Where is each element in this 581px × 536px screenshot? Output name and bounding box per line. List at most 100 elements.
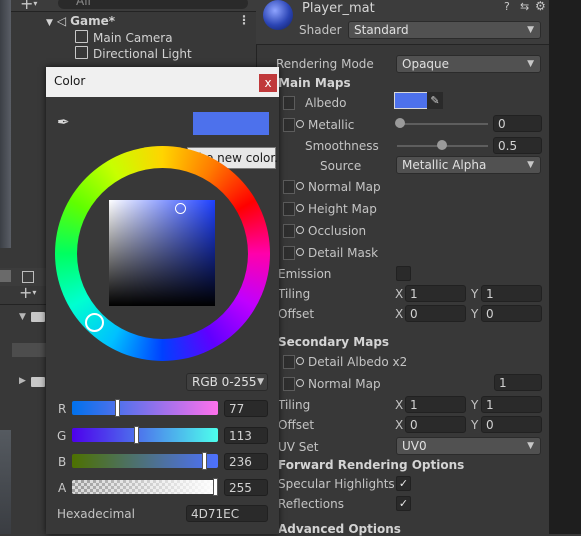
- hierarchy-search-placeholder: All: [76, 0, 91, 8]
- channel-b-value[interactable]: 236: [224, 453, 268, 470]
- y-label: Y: [471, 418, 479, 432]
- kebab-menu-icon[interactable]: ⋮: [238, 13, 250, 27]
- smoothness-slider-handle[interactable]: [437, 140, 447, 150]
- specular-highlights-label: Specular Highlights: [278, 477, 395, 491]
- channel-b-label: B: [58, 455, 67, 469]
- color-mode-dropdown[interactable]: RGB 0-255 ▼: [186, 373, 268, 391]
- collapse-arrow-icon[interactable]: ▶: [19, 376, 26, 386]
- console-tab-icon[interactable]: [0, 270, 11, 282]
- hue-handle[interactable]: [85, 313, 104, 332]
- metallic-slider-handle[interactable]: [395, 118, 405, 128]
- eyedropper-icon[interactable]: ✒: [57, 113, 75, 131]
- scrollbar-gutter[interactable]: [549, 0, 581, 534]
- emission-checkbox[interactable]: [396, 266, 411, 281]
- hierarchy-item-directional-light[interactable]: Directional Light: [75, 46, 192, 63]
- emission-label: Emission: [278, 267, 332, 281]
- main-offset-y-field[interactable]: 0: [481, 305, 542, 322]
- main-tiling-x-field[interactable]: 1: [405, 285, 466, 302]
- reflections-checkbox[interactable]: ✓: [396, 496, 411, 511]
- main-tiling-label: Tiling: [278, 287, 311, 301]
- detail-mask-label-text: Detail Mask: [308, 246, 379, 260]
- main-tiling-y-field[interactable]: 1: [481, 285, 542, 302]
- uv-set-label: UV Set: [278, 440, 319, 454]
- channel-a-value[interactable]: 255: [224, 479, 268, 496]
- settings-icon[interactable]: ⚙: [535, 0, 546, 13]
- metallic-slider-track[interactable]: [397, 123, 488, 125]
- height-map-label-text: Height Map: [308, 202, 377, 216]
- smoothness-value-field[interactable]: 0.5: [493, 137, 542, 154]
- occlusion-slot[interactable]: [283, 224, 295, 238]
- uv-set-dropdown[interactable]: UV0 ▼: [396, 437, 541, 455]
- source-dropdown[interactable]: Metallic Alpha ▼: [396, 156, 541, 174]
- secondary-normal-slot[interactable]: [283, 377, 295, 391]
- sec-tiling-y-field[interactable]: 1: [481, 396, 542, 413]
- channel-g-slider[interactable]: [72, 426, 218, 444]
- scene-view-strip-bottom: [0, 430, 11, 534]
- secondary-normal-scale-field[interactable]: 1: [494, 374, 542, 391]
- shader-label: Shader: [299, 23, 342, 37]
- y-label: Y: [471, 398, 479, 412]
- channel-b-slider[interactable]: [72, 452, 218, 470]
- secondary-normal-label: Normal Map: [296, 377, 381, 391]
- secondary-maps-header: Secondary Maps: [278, 335, 390, 349]
- channel-r-value[interactable]: 77: [224, 400, 268, 417]
- channel-r-slider[interactable]: [72, 399, 218, 417]
- channel-r-label: R: [58, 402, 67, 416]
- occlusion-label-text: Occlusion: [308, 224, 367, 238]
- rendering-mode-dropdown[interactable]: Opaque ▼: [396, 55, 541, 73]
- channel-a-handle[interactable]: [213, 478, 218, 496]
- channel-r-handle[interactable]: [115, 399, 120, 417]
- x-label: X: [395, 398, 404, 412]
- scene-row[interactable]: ▼ ◁ Game*: [46, 13, 115, 30]
- sec-offset-x-field[interactable]: 0: [405, 416, 466, 433]
- selected-folder-row[interactable]: [12, 343, 46, 357]
- expand-arrow-icon[interactable]: ▼: [19, 312, 26, 322]
- detail-mask-slot[interactable]: [283, 246, 295, 260]
- hierarchy-item-main-camera[interactable]: Main Camera: [75, 30, 173, 47]
- albedo-texture-slot[interactable]: [283, 96, 295, 110]
- hierarchy-search-input[interactable]: All: [58, 0, 248, 9]
- height-map-label: Height Map: [296, 202, 377, 216]
- x-label: X: [395, 418, 404, 432]
- help-icon[interactable]: ?: [504, 0, 510, 13]
- color-window-title: Color: [54, 74, 86, 88]
- saturation-value-square[interactable]: [109, 200, 215, 306]
- sv-handle[interactable]: [175, 203, 186, 214]
- albedo-color-swatch[interactable]: [394, 92, 428, 109]
- folder-icon: [31, 312, 45, 322]
- channel-a-slider[interactable]: [72, 478, 218, 496]
- x-label: X: [395, 287, 404, 301]
- gameobject-cube-icon: [75, 30, 88, 43]
- close-button[interactable]: x: [259, 74, 277, 92]
- metallic-texture-slot[interactable]: [283, 118, 295, 132]
- expand-arrow-icon[interactable]: ▼: [46, 18, 53, 28]
- detail-mask-label: Detail Mask: [296, 246, 378, 260]
- smoothness-label: Smoothness: [305, 139, 379, 153]
- object-picker-icon: [296, 120, 304, 128]
- folder-tab-icon: [22, 271, 34, 283]
- source-label: Source: [320, 159, 362, 173]
- preset-icon[interactable]: ⇆: [520, 0, 529, 13]
- project-add-button[interactable]: +▾: [19, 283, 36, 302]
- object-picker-icon: [296, 204, 304, 212]
- hexadecimal-field[interactable]: 4D71EC: [186, 505, 268, 522]
- shader-dropdown[interactable]: Standard ▼: [348, 21, 541, 39]
- add-button[interactable]: +▾: [20, 0, 37, 13]
- detail-albedo-slot[interactable]: [283, 355, 295, 369]
- sec-tiling-x-field[interactable]: 1: [405, 396, 466, 413]
- object-picker-icon: [296, 248, 304, 256]
- channel-b-handle[interactable]: [202, 452, 207, 470]
- chevron-down-icon: ▼: [527, 160, 534, 170]
- normal-map-slot[interactable]: [283, 180, 295, 194]
- eyedropper-icon[interactable]: ✎: [427, 92, 443, 109]
- height-map-slot[interactable]: [283, 202, 295, 216]
- specular-highlights-checkbox[interactable]: ✓: [396, 476, 411, 491]
- channel-g-handle[interactable]: [134, 426, 139, 444]
- hierarchy-item-label: Directional Light: [93, 47, 192, 61]
- y-label: Y: [471, 307, 479, 321]
- metallic-value-field[interactable]: 0: [493, 115, 542, 132]
- channel-g-value[interactable]: 113: [224, 427, 268, 444]
- object-picker-icon: [296, 226, 304, 234]
- sec-offset-y-field[interactable]: 0: [481, 416, 542, 433]
- main-offset-x-field[interactable]: 0: [405, 305, 466, 322]
